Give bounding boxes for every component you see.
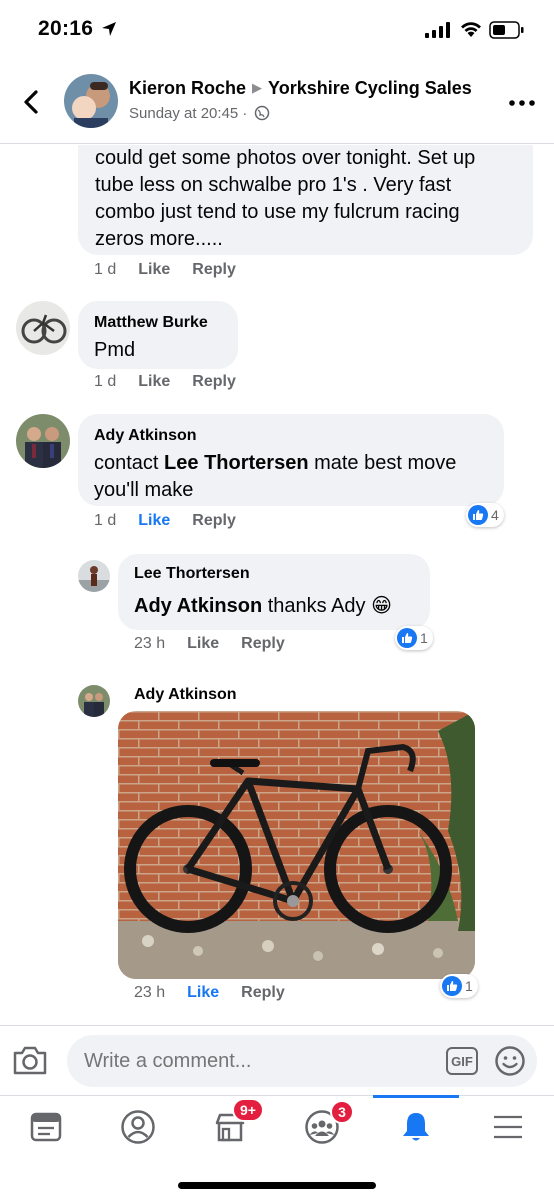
comment-bubble[interactable]: Lee Thortersen Ady Atkinson thanks Ady 😁: [118, 554, 430, 630]
comment-time: 1 d: [94, 261, 117, 278]
profile-icon: [121, 1110, 155, 1144]
comment-actions: 1 d Like Reply: [94, 373, 258, 391]
status-bar: 20:16: [0, 0, 554, 62]
reply-button[interactable]: Reply: [192, 261, 236, 278]
menu-icon: [494, 1115, 522, 1139]
cellular-signal-icon: [425, 22, 450, 38]
comment-actions: 1 d Like Reply: [94, 261, 258, 279]
tab-news-feed[interactable]: [0, 1096, 92, 1158]
commenter-avatar[interactable]: [16, 301, 70, 355]
comment-actions: 23 h Like Reply: [134, 984, 307, 1002]
group-name[interactable]: Yorkshire Cycling Sales: [268, 78, 472, 98]
comment-text: Pmd: [94, 339, 136, 361]
comment-text-line: could get some photos over tonight. Set …: [95, 147, 476, 169]
marketplace-badge: 9+: [232, 1098, 264, 1122]
post-meta: Sunday at 20:45 ·: [129, 105, 270, 122]
comment-author[interactable]: Ady Atkinson: [94, 426, 488, 446]
comment-actions: 1 d Like Reply: [94, 512, 258, 530]
reply-button[interactable]: Reply: [241, 635, 285, 652]
comment-text-line: zeros more.....: [95, 228, 223, 250]
like-button[interactable]: Like: [187, 635, 219, 652]
commenter-avatar[interactable]: [78, 560, 110, 592]
comment-text: Ady Atkinson thanks Ady 😁: [134, 593, 414, 620]
bottom-tab-bar: 9+ 3: [0, 1095, 554, 1200]
comment-author[interactable]: Ady Atkinson: [134, 685, 237, 705]
reaction-count[interactable]: 1: [395, 626, 433, 650]
reaction-number: 1: [420, 630, 428, 646]
comment-text-pre: contact: [94, 452, 165, 474]
gif-button[interactable]: GIF: [446, 1047, 478, 1075]
reaction-count[interactable]: 4: [466, 503, 504, 527]
mention-link[interactable]: Ady Atkinson: [134, 595, 262, 617]
reply-button[interactable]: Reply: [241, 984, 285, 1001]
comment-bubble[interactable]: Matthew Burke Pmd: [78, 301, 238, 369]
post-timestamp[interactable]: Sunday at 20:45 ·: [129, 105, 247, 122]
camera-icon[interactable]: [12, 1044, 48, 1076]
comment-actions: 23 h Like Reply: [134, 635, 307, 653]
arrow-right-icon: ▶: [252, 80, 263, 95]
post-header: Kieron Roche ▶ Yorkshire Cycling Sales Sun…: [0, 62, 554, 144]
reply-button[interactable]: Reply: [192, 373, 236, 390]
like-button[interactable]: Like: [138, 512, 170, 529]
home-indicator[interactable]: [178, 1182, 376, 1189]
poster-name[interactable]: Kieron Roche: [129, 78, 246, 98]
comment-photo[interactable]: [118, 711, 475, 979]
commenter-avatar[interactable]: [78, 685, 110, 717]
comment-composer: GIF: [0, 1025, 554, 1095]
comment-author[interactable]: Matthew Burke: [94, 313, 222, 333]
poster-avatar[interactable]: [64, 74, 118, 128]
reaction-number: 1: [465, 978, 473, 994]
emoji-icon[interactable]: [494, 1045, 526, 1077]
tab-notifications[interactable]: [370, 1096, 462, 1158]
comment-time: 23 h: [134, 984, 166, 1001]
comment-text-line: combo just tend to use my fulcrum racing: [95, 201, 460, 223]
comment-text: contact Lee Thortersen mate best move: [94, 450, 488, 477]
thumbs-up-icon: [397, 628, 417, 648]
comment-author[interactable]: Lee Thortersen: [134, 564, 414, 584]
reaction-count[interactable]: 1: [440, 974, 478, 998]
reply-button[interactable]: Reply: [192, 512, 236, 529]
comment-text-line: tube less on schwalbe pro 1's . Very fas…: [95, 174, 452, 196]
tab-marketplace[interactable]: 9+: [184, 1096, 276, 1158]
location-arrow-icon: [102, 22, 116, 36]
bell-icon: [403, 1113, 429, 1141]
comment-time: 1 d: [94, 373, 117, 390]
thumbs-up-icon: [468, 505, 488, 525]
back-chevron-icon[interactable]: [18, 86, 46, 118]
comment-time: 23 h: [134, 635, 166, 652]
battery-icon: [489, 21, 524, 39]
like-button[interactable]: Like: [138, 373, 170, 390]
post-title: Kieron Roche ▶ Yorkshire Cycling Sales: [129, 78, 472, 99]
comment-bubble[interactable]: Ady Atkinson contact Lee Thortersen mate…: [78, 414, 504, 506]
commenter-avatar[interactable]: [16, 414, 70, 468]
comment-bubble[interactable]: could get some photos over tonight. Set …: [78, 145, 533, 255]
comment-text-post: thanks Ady 😁: [262, 595, 392, 617]
news-feed-icon: [30, 1112, 62, 1142]
comment-text-line: you'll make: [94, 479, 194, 501]
globe-icon: [254, 105, 269, 121]
wifi-icon: [461, 22, 481, 37]
mention-link[interactable]: Lee Thortersen: [164, 452, 308, 474]
comment-time: 1 d: [94, 512, 117, 529]
like-button[interactable]: Like: [187, 984, 219, 1001]
thumbs-up-icon: [442, 976, 462, 996]
tab-profile[interactable]: [92, 1096, 184, 1158]
more-options-icon[interactable]: [507, 96, 537, 110]
comment-text-post: mate best move: [308, 452, 457, 474]
groups-badge: 3: [330, 1100, 354, 1124]
status-time: 20:16: [38, 17, 94, 40]
reaction-number: 4: [491, 507, 499, 523]
tab-menu[interactable]: [462, 1096, 554, 1158]
tab-groups[interactable]: 3: [276, 1096, 368, 1158]
comments-feed[interactable]: could get some photos over tonight. Set …: [0, 145, 554, 1025]
like-button[interactable]: Like: [138, 261, 170, 278]
